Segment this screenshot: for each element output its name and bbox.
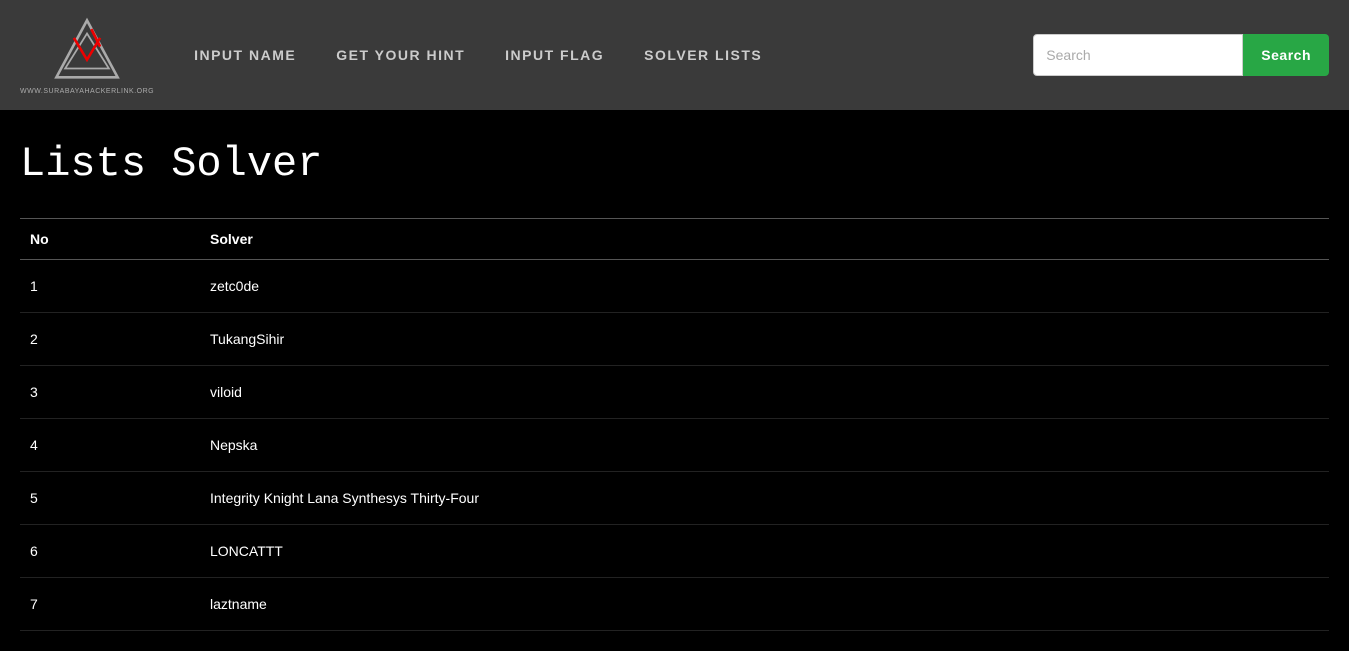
navbar: WWW.SURABAYAHACKERLINK.ORG INPUT NAME GE…: [0, 0, 1349, 110]
cell-solver: Integrity Knight Lana Synthesys Thirty-F…: [200, 472, 1329, 525]
logo-icon: [52, 16, 122, 86]
cell-no: 2: [20, 313, 200, 366]
nav-input-flag[interactable]: INPUT FLAG: [505, 47, 604, 63]
table-body: 1zetc0de2TukangSihir3viloid4Nepska5Integ…: [20, 260, 1329, 631]
table-row: 1zetc0de: [20, 260, 1329, 313]
col-header-no: No: [20, 219, 200, 260]
nav-input-name[interactable]: INPUT NAME: [194, 47, 296, 63]
search-input[interactable]: [1033, 34, 1243, 76]
col-header-solver: Solver: [200, 219, 1329, 260]
solver-table: No Solver 1zetc0de2TukangSihir3viloid4Ne…: [20, 218, 1329, 631]
cell-no: 1: [20, 260, 200, 313]
page-title: Lists Solver: [20, 140, 1329, 188]
search-area: Search: [1033, 34, 1329, 76]
table-row: 4Nepska: [20, 419, 1329, 472]
cell-solver: zetc0de: [200, 260, 1329, 313]
table-row: 3viloid: [20, 366, 1329, 419]
nav-links: INPUT NAME GET YOUR HINT INPUT FLAG SOLV…: [194, 47, 1003, 63]
cell-solver: LONCATTT: [200, 525, 1329, 578]
nav-solver-lists[interactable]: SOLVER LISTS: [644, 47, 762, 63]
table-row: 6LONCATTT: [20, 525, 1329, 578]
table-header-row: No Solver: [20, 219, 1329, 260]
search-button[interactable]: Search: [1243, 34, 1329, 76]
cell-no: 6: [20, 525, 200, 578]
cell-solver: viloid: [200, 366, 1329, 419]
logo-tagline: WWW.SURABAYAHACKERLINK.ORG: [20, 88, 154, 95]
table-row: 2TukangSihir: [20, 313, 1329, 366]
cell-solver: Nepska: [200, 419, 1329, 472]
table-row: 7laztname: [20, 578, 1329, 631]
table-row: 5Integrity Knight Lana Synthesys Thirty-…: [20, 472, 1329, 525]
cell-solver: TukangSihir: [200, 313, 1329, 366]
nav-get-hint[interactable]: GET YOUR HINT: [336, 47, 465, 63]
cell-no: 4: [20, 419, 200, 472]
cell-solver: laztname: [200, 578, 1329, 631]
main-content: Lists Solver No Solver 1zetc0de2TukangSi…: [0, 110, 1349, 651]
cell-no: 5: [20, 472, 200, 525]
logo-area: WWW.SURABAYAHACKERLINK.ORG: [20, 16, 154, 95]
cell-no: 7: [20, 578, 200, 631]
cell-no: 3: [20, 366, 200, 419]
